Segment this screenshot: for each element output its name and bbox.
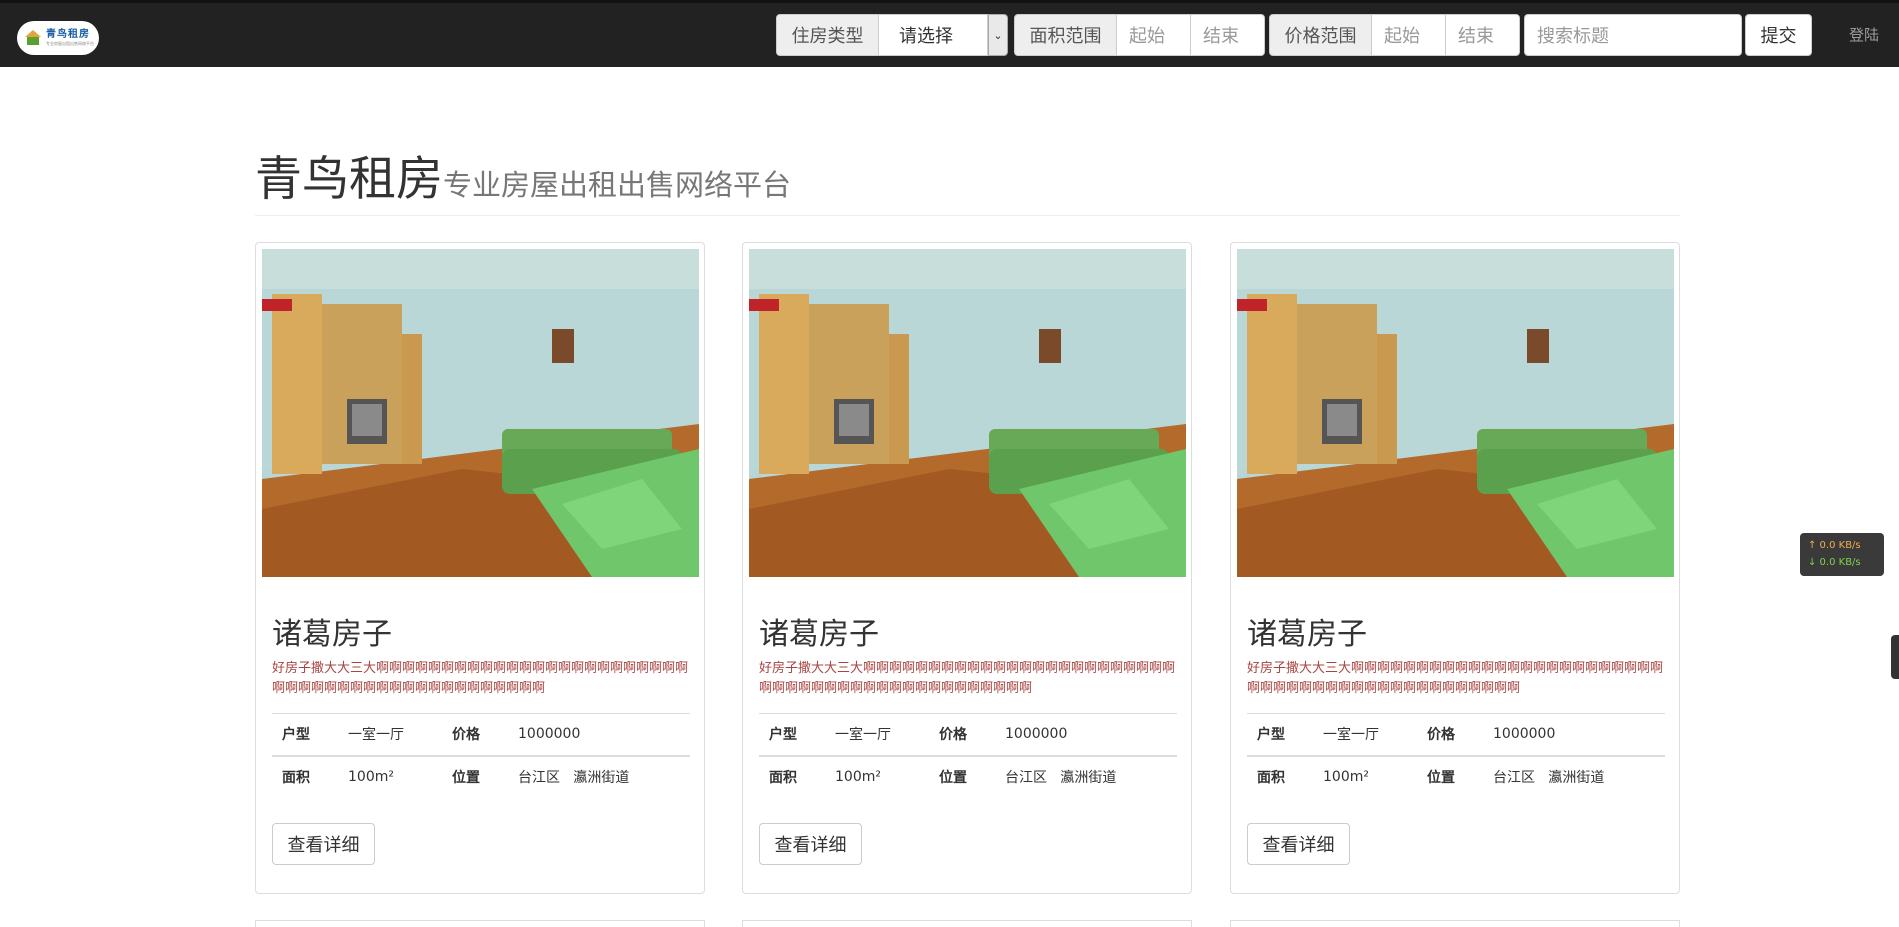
layout-label: 户型: [1247, 713, 1313, 756]
layout-label: 户型: [759, 713, 825, 756]
listing-info-table: 户型 一室一厅 价格 1000000 面积 100m² 位置 台江区 瀛洲街道: [1247, 713, 1665, 798]
submit-button[interactable]: 提交: [1745, 14, 1812, 56]
listing-title[interactable]: 诸葛房子: [759, 609, 879, 653]
district: 台江区: [1005, 770, 1047, 786]
listing-photo[interactable]: [1237, 249, 1674, 577]
page-title: 青鸟租房: [255, 152, 443, 207]
login-link[interactable]: 登陆: [1849, 24, 1879, 45]
area-label: 面积: [1247, 754, 1313, 798]
area-label: 面积: [759, 754, 825, 798]
listing-card-partial: [742, 920, 1192, 927]
location-label: 位置: [1417, 754, 1483, 798]
listing-card: 诸葛房子 好房子撒大大三大啊啊啊啊啊啊啊啊啊啊啊啊啊啊啊啊啊啊啊啊啊啊啊啊啊啊啊…: [255, 242, 705, 894]
brand-logo[interactable]: 青鸟租房 专业房屋出租出售网络平台: [17, 21, 99, 55]
area-value: 100m²: [1313, 754, 1417, 798]
listing-description: 好房子撒大大三大啊啊啊啊啊啊啊啊啊啊啊啊啊啊啊啊啊啊啊啊啊啊啊啊啊啊啊啊啊啊啊啊…: [1247, 661, 1664, 696]
listing-info-table: 户型 一室一厅 价格 1000000 面积 100m² 位置 台江区 瀛洲街道: [272, 713, 690, 798]
view-detail-button[interactable]: 查看详细: [272, 823, 375, 865]
house-type-select[interactable]: 请选择: [878, 14, 988, 56]
price-start-input[interactable]: 起始: [1371, 14, 1446, 56]
location-value: 台江区 瀛洲街道: [995, 754, 1177, 798]
logo-text: 青鸟租房: [46, 29, 90, 40]
download-speed: ↓ 0.0 KB/s: [1808, 557, 1861, 568]
listing-description: 好房子撒大大三大啊啊啊啊啊啊啊啊啊啊啊啊啊啊啊啊啊啊啊啊啊啊啊啊啊啊啊啊啊啊啊啊…: [272, 661, 689, 696]
listing-card-partial: [1230, 920, 1680, 927]
district: 台江区: [518, 770, 560, 786]
area-label: 面积: [272, 754, 338, 798]
chevron-down-icon[interactable]: ⌄: [988, 14, 1008, 56]
area-start-input[interactable]: 起始: [1116, 14, 1191, 56]
listing-title[interactable]: 诸葛房子: [1247, 609, 1367, 653]
location-value: 台江区 瀛洲街道: [1483, 754, 1665, 798]
layout-value: 一室一厅: [825, 713, 929, 756]
listing-info-table: 户型 一室一厅 价格 1000000 面积 100m² 位置 台江区 瀛洲街道: [759, 713, 1177, 798]
area-value: 100m²: [338, 754, 442, 798]
layout-value: 一室一厅: [338, 713, 442, 756]
house-type-label: 住房类型: [776, 14, 879, 56]
upload-speed: ↑ 0.0 KB/s: [1808, 540, 1861, 551]
view-detail-button[interactable]: 查看详细: [759, 823, 862, 865]
price-value: 1000000: [995, 713, 1177, 756]
price-end-input[interactable]: 结束: [1445, 14, 1520, 56]
network-speed-widget[interactable]: ↑ 0.0 KB/s ↓ 0.0 KB/s: [1800, 533, 1884, 576]
price-label: 价格: [1417, 713, 1483, 756]
side-drawer-tab[interactable]: [1891, 635, 1899, 679]
page-header: 青鸟租房专业房屋出租出售网络平台: [255, 140, 1680, 216]
price-range-label: 价格范围: [1269, 14, 1372, 56]
listing-photo[interactable]: [749, 249, 1186, 577]
location-label: 位置: [442, 754, 508, 798]
location-value: 台江区 瀛洲街道: [508, 754, 690, 798]
page-subtitle: 专业房屋出租出售网络平台: [443, 168, 792, 202]
street: 瀛洲街道: [1060, 770, 1117, 786]
price-label: 价格: [929, 713, 995, 756]
street: 瀛洲街道: [573, 770, 630, 786]
logo-subtext: 专业房屋出租出售网络平台: [46, 41, 94, 46]
view-detail-button[interactable]: 查看详细: [1247, 823, 1350, 865]
listing-title[interactable]: 诸葛房子: [272, 609, 392, 653]
price-label: 价格: [442, 713, 508, 756]
listing-card-partial: [255, 920, 705, 927]
street: 瀛洲街道: [1548, 770, 1605, 786]
district: 台江区: [1493, 770, 1535, 786]
location-label: 位置: [929, 754, 995, 798]
price-value: 1000000: [508, 713, 690, 756]
price-value: 1000000: [1483, 713, 1665, 756]
listing-card: 诸葛房子 好房子撒大大三大啊啊啊啊啊啊啊啊啊啊啊啊啊啊啊啊啊啊啊啊啊啊啊啊啊啊啊…: [742, 242, 1192, 894]
listing-description: 好房子撒大大三大啊啊啊啊啊啊啊啊啊啊啊啊啊啊啊啊啊啊啊啊啊啊啊啊啊啊啊啊啊啊啊啊…: [759, 661, 1176, 696]
area-value: 100m²: [825, 754, 929, 798]
listing-photo[interactable]: [262, 249, 699, 577]
listing-card: 诸葛房子 好房子撒大大三大啊啊啊啊啊啊啊啊啊啊啊啊啊啊啊啊啊啊啊啊啊啊啊啊啊啊啊…: [1230, 242, 1680, 894]
area-end-input[interactable]: 结束: [1190, 14, 1265, 56]
layout-value: 一室一厅: [1313, 713, 1417, 756]
house-logo-icon: [23, 28, 43, 48]
layout-label: 户型: [272, 713, 338, 756]
title-search-input[interactable]: 搜索标题: [1524, 14, 1742, 56]
area-range-label: 面积范围: [1014, 14, 1117, 56]
